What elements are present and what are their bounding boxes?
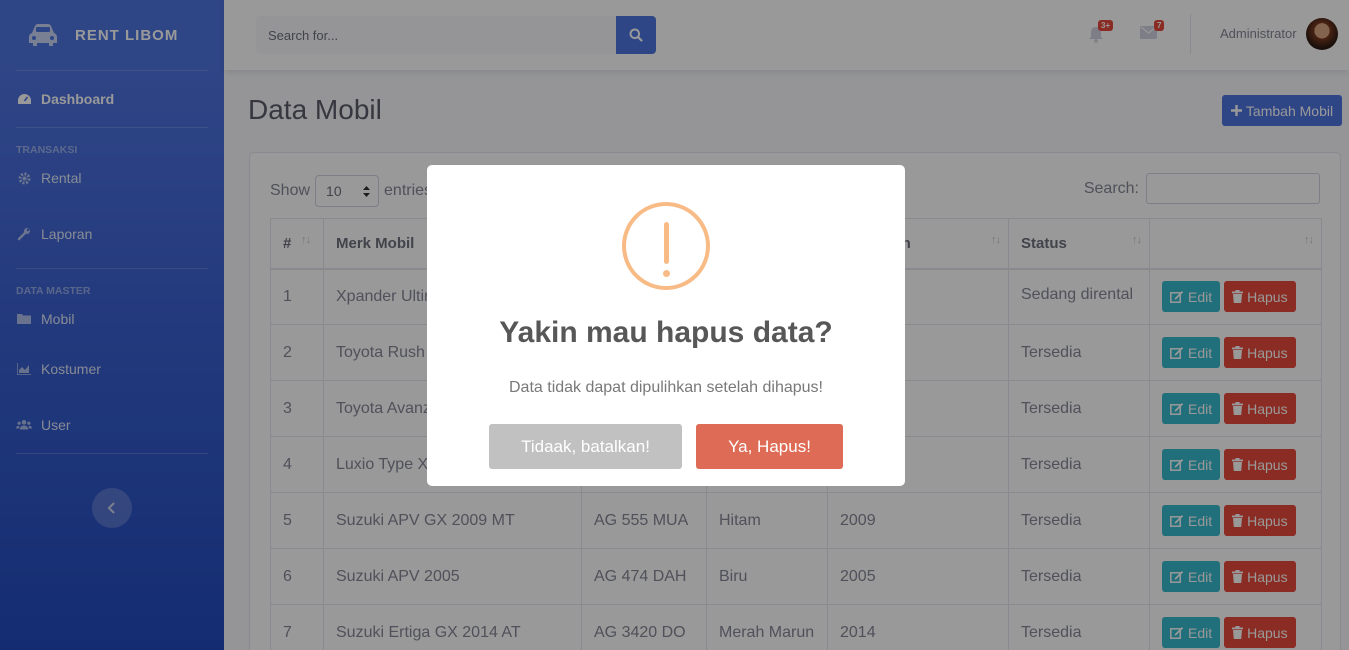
warning-icon bbox=[622, 202, 710, 290]
cancel-button[interactable]: Tidaak, batalkan! bbox=[489, 424, 682, 469]
dialog-text: Data tidak dapat dipulihkan setelah diha… bbox=[509, 379, 823, 396]
dialog-title: Yakin mau hapus data? bbox=[499, 316, 833, 349]
confirm-delete-dialog: Yakin mau hapus data? Data tidak dapat d… bbox=[427, 165, 905, 486]
confirm-delete-button[interactable]: Ya, Hapus! bbox=[696, 424, 843, 469]
